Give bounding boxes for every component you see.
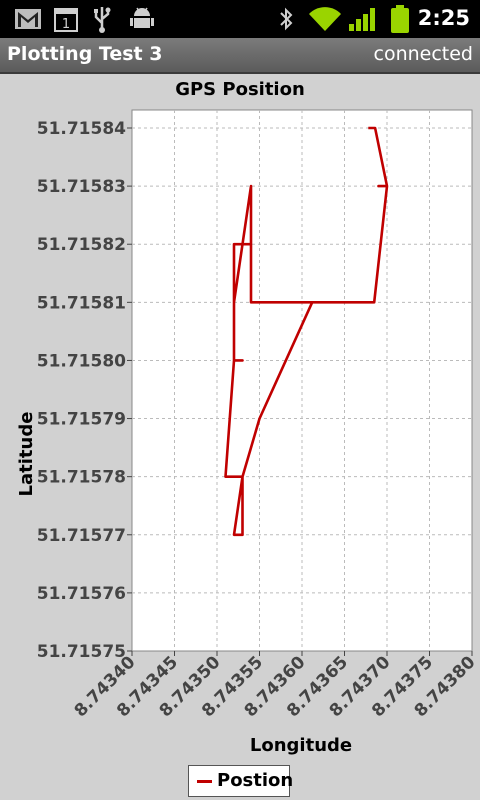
- gmail-icon: [15, 9, 41, 29]
- y-tick-label: 51.71577: [37, 526, 126, 546]
- y-tick-label: 51.71583: [37, 177, 126, 197]
- y-tick-label: 51.71579: [37, 410, 126, 430]
- app-title: Plotting Test 3: [7, 43, 163, 65]
- calendar-day: 1: [62, 17, 70, 32]
- legend-label: Postion: [217, 770, 294, 791]
- connection-status: connected: [373, 43, 474, 65]
- y-tick-label: 51.71580: [37, 351, 126, 371]
- x-axis-label: Longitude: [250, 735, 352, 756]
- y-tick-label: 51.71578: [37, 468, 126, 488]
- android-debug-icon: [130, 7, 154, 28]
- signal-icon: [349, 8, 375, 31]
- title-bar: Plotting Test 3 connected: [0, 38, 480, 74]
- calendar-icon: 1: [54, 8, 78, 32]
- y-axis-label: Latitude: [16, 412, 37, 497]
- bluetooth-icon: [280, 7, 293, 31]
- y-tick-label: 51.71582: [37, 235, 126, 255]
- gps-chart: GPS Position 8.743408.743458.743508.7435…: [16, 79, 480, 756]
- legend-swatch: [197, 780, 212, 783]
- usb-icon: [94, 7, 111, 33]
- chart-title: GPS Position: [175, 79, 305, 100]
- y-tick-label: 51.71584: [37, 119, 126, 139]
- legend: Postion: [188, 765, 294, 797]
- clock: 2:25: [417, 6, 470, 30]
- y-tick-label: 51.71576: [37, 584, 126, 604]
- wifi-icon: [309, 7, 341, 31]
- battery-icon: [391, 5, 409, 33]
- status-bar: 1 2:25: [0, 0, 480, 38]
- y-tick-label: 51.71581: [37, 293, 126, 313]
- y-tick-label: 51.71575: [37, 642, 126, 662]
